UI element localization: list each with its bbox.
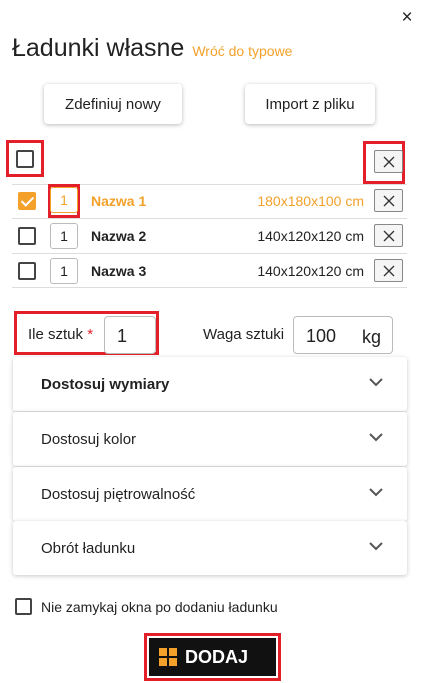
cargo-row-3-dims: 140x120x120 cm xyxy=(257,263,364,279)
delete-all-button[interactable] xyxy=(374,150,403,173)
add-button[interactable]: DODAJ xyxy=(149,638,276,676)
accordion-rotation-label: Obrót ładunku xyxy=(41,540,136,557)
chevron-down-icon xyxy=(369,488,383,497)
cargo-row-1-qty[interactable]: 1 xyxy=(50,187,78,213)
dialog-header: Ładunki własne Wróć do typowe xyxy=(12,34,292,63)
quantity-value: 1 xyxy=(117,326,128,346)
import-file-button[interactable]: Import z pliku xyxy=(245,84,375,124)
divider xyxy=(12,218,407,219)
accordion-dimensions[interactable]: Dostosuj wymiary xyxy=(13,357,407,411)
cargo-row-2-delete-button[interactable] xyxy=(374,224,403,247)
keep-open-checkbox[interactable] xyxy=(15,598,32,615)
accordion-stackability[interactable]: Dostosuj piętrowalność xyxy=(13,467,407,521)
cargo-row-2-dims: 140x120x120 cm xyxy=(257,228,364,244)
dialog-title: Ładunki własne xyxy=(12,34,185,62)
weight-unit: kg xyxy=(362,327,382,347)
cargo-row-3-qty[interactable]: 1 xyxy=(50,258,78,284)
cargo-row-3-checkbox[interactable] xyxy=(18,262,36,280)
cargo-row-1-checkbox[interactable] xyxy=(18,192,36,210)
accordion-color[interactable]: Dostosuj kolor xyxy=(13,412,407,466)
divider xyxy=(12,253,407,254)
close-icon xyxy=(383,195,395,207)
cargo-row-2-qty[interactable]: 1 xyxy=(50,223,78,249)
cargo-row-1-dims: 180x180x100 cm xyxy=(257,193,364,209)
close-icon xyxy=(383,156,395,168)
close-icon xyxy=(383,265,395,277)
chevron-down-icon xyxy=(369,433,383,442)
back-to-typical-link[interactable]: Wróć do typowe xyxy=(192,43,292,59)
quantity-label: Ile sztuk * xyxy=(28,326,93,343)
cargo-row-3-name: Nazwa 3 xyxy=(91,263,147,279)
weight-input[interactable]: 100 kg xyxy=(293,316,393,354)
close-icon[interactable]: × xyxy=(397,8,417,28)
cargo-row-2-name: Nazwa 2 xyxy=(91,228,147,244)
quantity-input[interactable]: 1 xyxy=(104,316,156,354)
chevron-down-icon xyxy=(369,542,383,551)
weight-label: Waga sztuki xyxy=(203,326,285,343)
accordion-dimensions-label: Dostosuj wymiary xyxy=(41,376,170,393)
accordion-color-label: Dostosuj kolor xyxy=(41,431,137,448)
cargo-row-2-checkbox[interactable] xyxy=(18,227,36,245)
define-new-button[interactable]: Zdefiniuj nowy xyxy=(44,84,182,124)
accordion-rotation[interactable]: Obrót ładunku xyxy=(13,521,407,575)
quantity-label-text: Ile sztuk xyxy=(28,326,84,343)
keep-open-label: Nie zamykaj okna po dodaniu ładunku xyxy=(41,599,278,615)
weight-value: 100 xyxy=(306,326,337,346)
add-button-label: DODAJ xyxy=(185,646,249,667)
cargo-row-1-delete-button[interactable] xyxy=(374,189,403,212)
cargo-row-3-delete-button[interactable] xyxy=(374,259,403,282)
close-icon xyxy=(383,230,395,242)
accordion-stackability-label: Dostosuj piętrowalność xyxy=(41,486,196,503)
chevron-down-icon xyxy=(369,378,383,387)
divider xyxy=(12,287,407,288)
required-mark: * xyxy=(87,326,94,343)
cargo-row-1-name: Nazwa 1 xyxy=(91,193,147,209)
grid-icon xyxy=(159,648,177,666)
select-all-checkbox[interactable] xyxy=(16,150,34,168)
